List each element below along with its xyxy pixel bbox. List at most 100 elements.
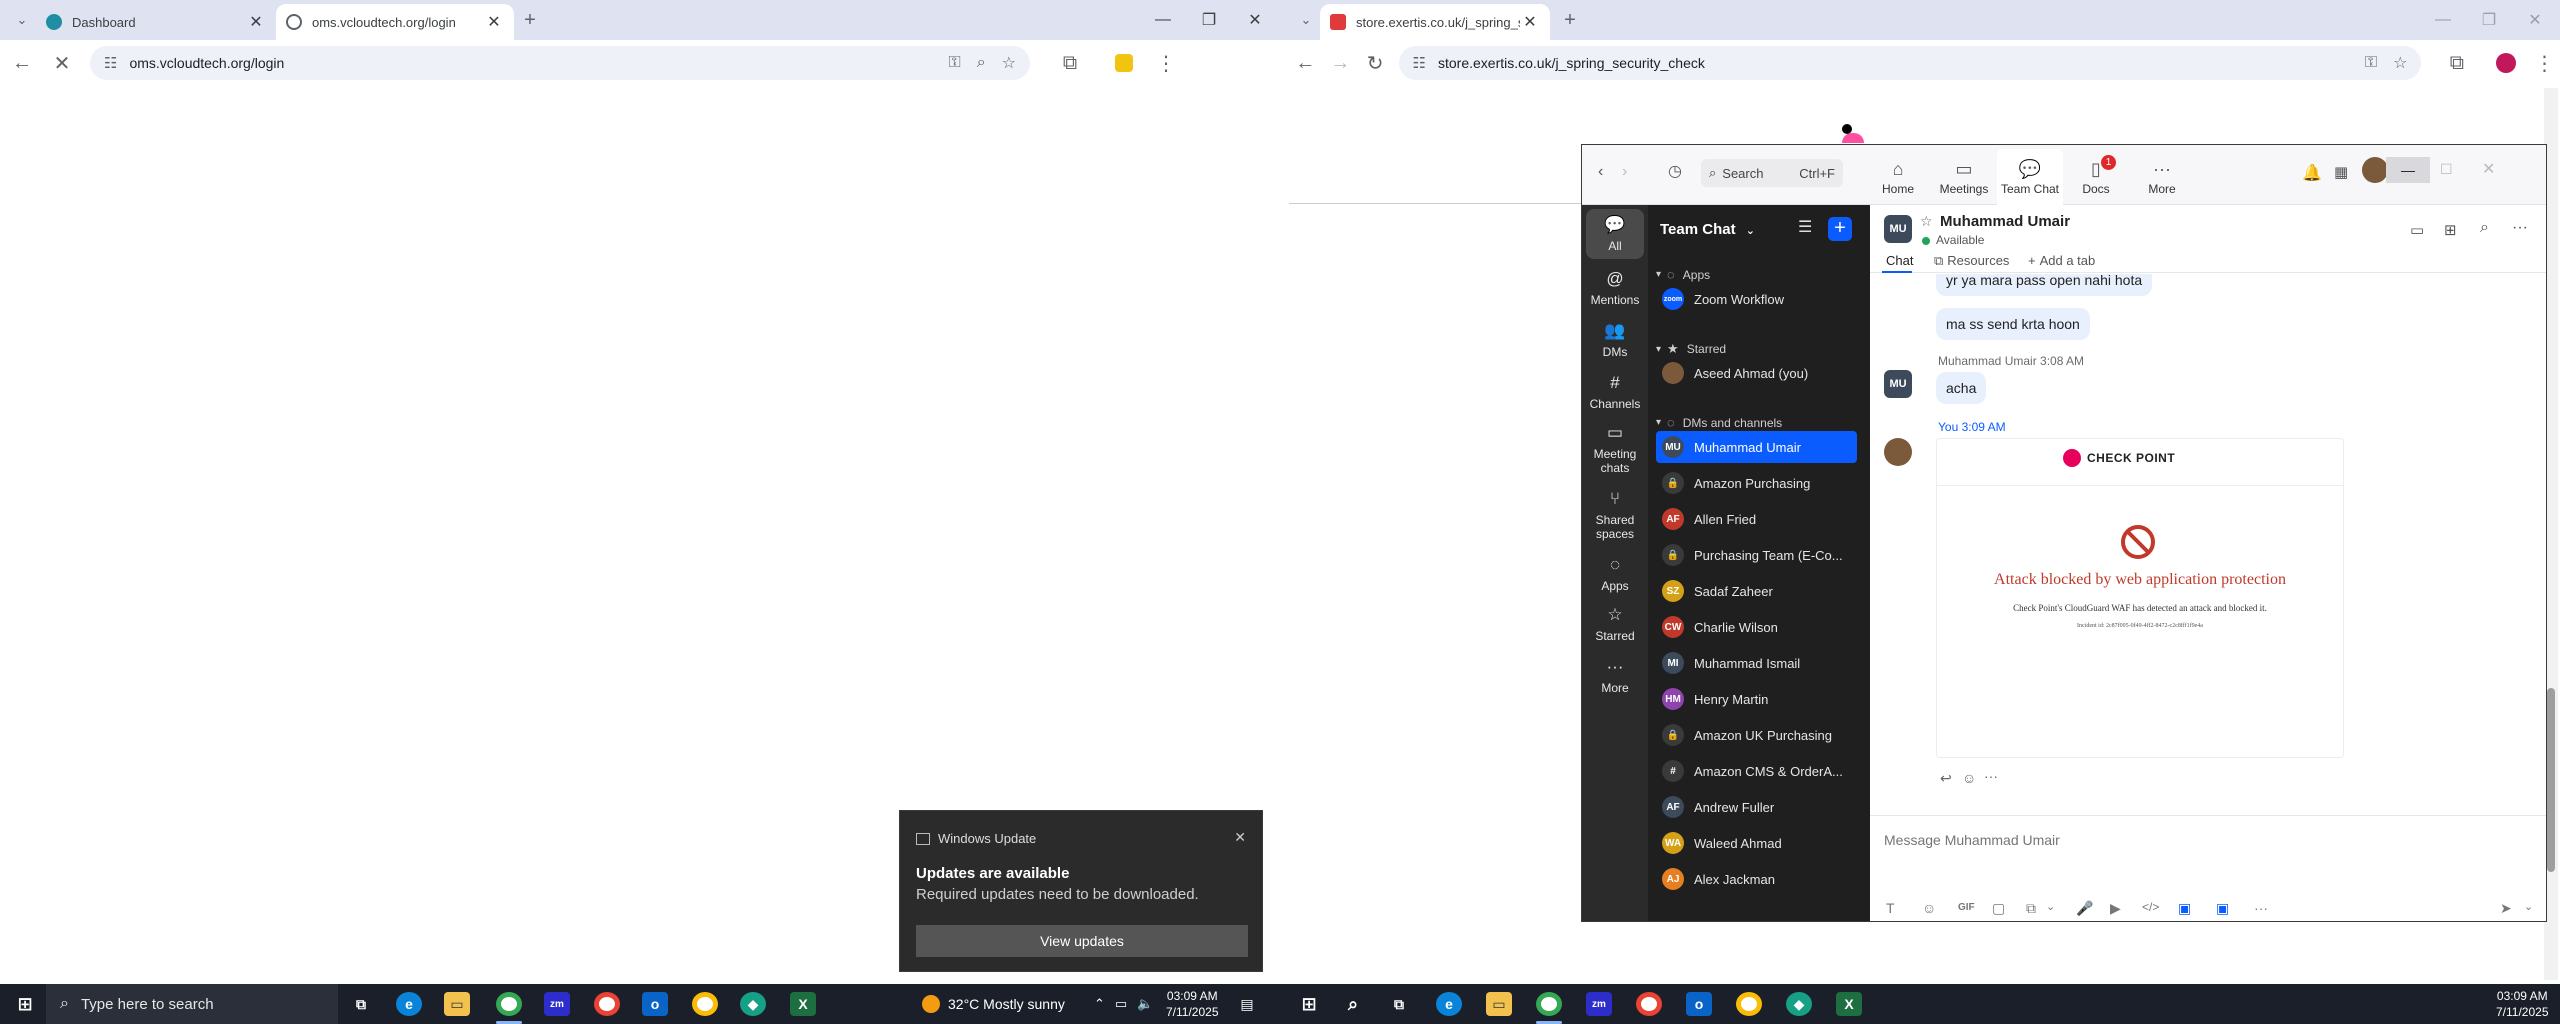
menu-kebab-icon[interactable]: ⋮ [1150,47,1182,79]
password-key-icon[interactable]: ⚿ [2365,54,2377,72]
section-dms[interactable]: ▾ ◌ DMs and channels [1656,415,1782,430]
tab-dashboard[interactable]: Dashboard ✕ [36,4,276,40]
search-icon[interactable]: ⌕ [2480,219,2489,237]
list-item[interactable]: AF Allen Fried [1656,503,1857,535]
tab-oms-login[interactable]: oms.vcloudtech.org/login ✕ [276,4,514,40]
list-item[interactable]: HM Henry Martin [1656,683,1857,715]
taskbar-search-input[interactable]: ⌕ Type here to search [46,984,338,1024]
file-explorer-icon[interactable]: ▭ [1486,992,1512,1016]
video-call-icon[interactable]: ▭ [2410,221,2424,239]
reload-icon[interactable]: ↻ [1360,47,1391,79]
right-address-bar[interactable]: ☷ store.exertis.co.uk/j_spring_security_… [1398,46,2422,80]
list-item[interactable]: MU Muhammad Umair [1656,431,1857,463]
left-address-bar[interactable]: ☷ oms.vcloudtech.org/login ⚿ ⌕ ☆ [90,46,1030,80]
history-icon[interactable]: ◷ [1668,161,1682,181]
bookmark-star-icon[interactable]: ☆ [2393,53,2407,73]
more-icon[interactable]: ··· [2512,219,2528,237]
scrollbar-thumb[interactable] [2547,688,2555,872]
forward-icon[interactable]: › [1622,163,1627,181]
contact-name[interactable]: Muhammad Umair [1940,213,2070,230]
chrome-icon[interactable] [594,992,620,1016]
message-bubble[interactable]: acha [1936,372,1987,404]
rail-mentions[interactable]: @ Mentions [1586,269,1644,307]
message-input[interactable] [1884,828,2524,852]
rail-starred[interactable]: ☆ Starred [1586,605,1644,643]
tab-close-icon[interactable]: ✕ [246,12,266,32]
new-chat-button[interactable]: + [1828,217,1852,241]
format-text-icon[interactable]: T [1886,900,1895,916]
tab-resources[interactable]: ⧉ Resources [1934,253,2009,269]
extensions-icon[interactable]: ⧉ [2441,47,2472,79]
task-view-icon[interactable]: ⧉ [1386,992,1412,1016]
code-snippet-icon[interactable]: </> [2142,900,2159,914]
list-item[interactable]: AF Andrew Fuller [1656,791,1857,823]
more-tools-icon[interactable]: ··· [2254,900,2268,916]
site-info-icon[interactable]: ☷ [1413,54,1426,72]
extension-badge-icon[interactable] [1108,47,1140,79]
left-clock[interactable]: 03:09 AM 7/11/2025 [1166,984,1219,1024]
filter-icon[interactable]: ☰ [1798,217,1812,237]
edge-icon[interactable]: e [396,992,422,1016]
restore-button[interactable]: ❐ [1186,10,1232,30]
rail-shared-spaces[interactable]: ⑂ Shared spaces [1586,489,1644,541]
app-shortcut-icon[interactable]: ▣ [2178,900,2191,917]
list-item[interactable]: zoom Zoom Workflow [1656,283,1857,315]
zoom-icon[interactable]: zm [1586,992,1612,1016]
site-info-icon[interactable]: ☷ [104,54,117,72]
windows-start-icon[interactable]: ⊞ [12,992,38,1016]
add-people-icon[interactable]: ⊞ [2444,221,2457,239]
section-starred[interactable]: ▾ ★ Starred [1656,341,1726,357]
back-icon[interactable]: ← [1290,47,1321,79]
outlook-icon[interactable]: o [642,992,668,1016]
nav-meetings[interactable]: ▭ Meetings [1931,149,1997,205]
bookmark-star-icon[interactable]: ☆ [1002,53,1016,73]
reply-icon[interactable]: ↩ [1940,770,1952,787]
zoom-minimize-button[interactable]: — [2386,157,2430,183]
screenshot-attachment[interactable]: CHECK POINT Attack blocked by web applic… [1936,438,2344,758]
rail-meeting-chats[interactable]: ▭ Meeting chats [1586,423,1644,475]
calendar-icon[interactable]: ▦ [2334,163,2348,181]
nav-more[interactable]: ··· More [2129,149,2195,205]
zoom-maximize-button[interactable]: ☐ [2440,161,2453,178]
back-icon[interactable]: ‹ [1598,163,1603,181]
outlook-icon[interactable]: o [1686,992,1712,1016]
emoji-react-icon[interactable]: ☺ [1962,770,1976,786]
search-icon[interactable]: ⌕ [1340,992,1366,1016]
excel-icon[interactable]: X [790,992,816,1016]
chrome-icon[interactable] [1636,992,1662,1016]
right-clock[interactable]: 03:09 AM 7/11/2025 [2496,984,2549,1024]
bell-icon[interactable]: 🔔 [2302,163,2322,183]
zoom-close-button[interactable]: ✕ [2482,159,2495,179]
windows-start-icon[interactable]: ⊞ [1296,992,1322,1016]
chrome-icon[interactable] [692,992,718,1016]
chrome-icon[interactable] [1736,992,1762,1016]
list-item[interactable]: 🔒 Purchasing Team (E-Co... [1656,539,1857,571]
list-item[interactable]: 🔒 Amazon Purchasing [1656,467,1857,499]
list-item[interactable]: WA Waleed Ahmad [1656,827,1857,859]
profile-avatar-icon[interactable] [2490,47,2521,79]
team-chat-title[interactable]: Team Chat ⌄ [1660,221,1755,238]
restore-button[interactable]: ❐ [2466,10,2512,30]
tab-close-icon[interactable]: ✕ [1520,12,1540,32]
list-item[interactable]: Aseed Ahmad (you) [1656,357,1857,389]
edge-icon[interactable]: e [1436,992,1462,1016]
emoji-icon[interactable]: ☺ [1922,900,1936,916]
message-more-icon[interactable]: ··· [1984,768,1998,784]
chrome-icon[interactable] [1536,992,1562,1016]
minimize-button[interactable]: — [1140,11,1186,29]
rail-apps[interactable]: ◌ Apps [1586,555,1644,593]
new-tab-button[interactable]: + [514,4,546,36]
rail-channels[interactable]: # Channels [1586,373,1644,411]
menu-kebab-icon[interactable]: ⋮ [2529,47,2560,79]
tab-add[interactable]: + Add a tab [2028,253,2095,268]
contact-avatar[interactable]: MU [1884,215,1912,243]
minimize-button[interactable]: — [2420,11,2466,29]
toast-close-button[interactable]: ✕ [1234,829,1246,846]
weather-widget[interactable]: 32°C Mostly sunny [922,984,1065,1024]
nav-home[interactable]: ⌂ Home [1865,149,1931,205]
close-window-button[interactable]: ✕ [1232,10,1278,30]
chevron-down-icon[interactable]: ⌄ [2046,900,2055,913]
nav-docs[interactable]: 1 ▯ Docs [2063,149,2129,205]
list-item[interactable]: MI Muhammad Ismail [1656,647,1857,679]
back-icon[interactable]: ← [6,47,38,79]
